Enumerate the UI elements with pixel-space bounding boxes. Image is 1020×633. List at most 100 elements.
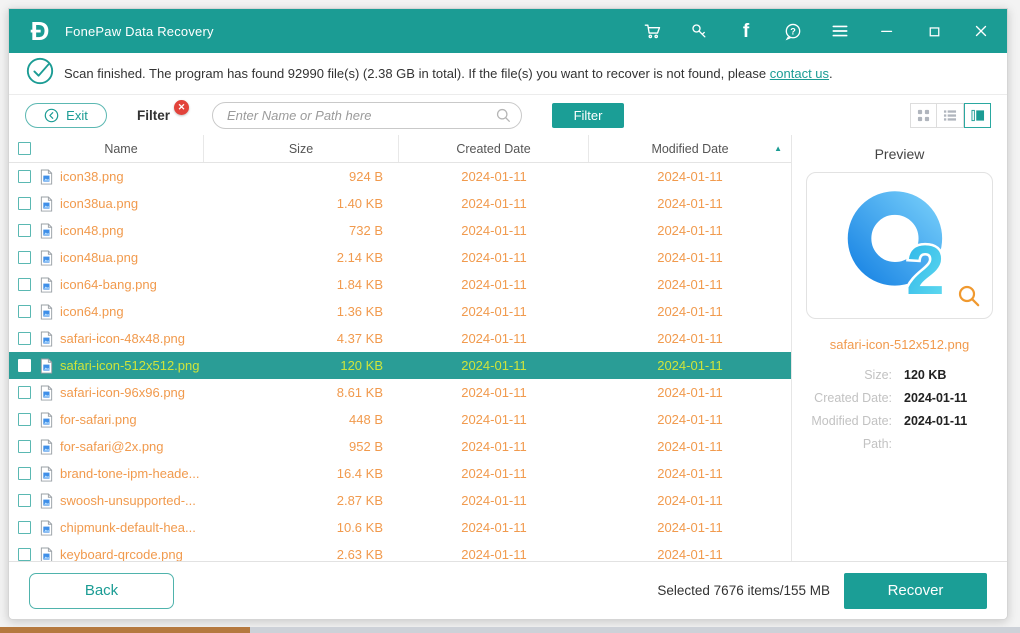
file-modified-date: 2024-01-11 <box>657 439 723 454</box>
table-row[interactable]: keyboard-qrcode.png 2.63 KB 2024-01-11 2… <box>9 541 791 561</box>
search-input[interactable] <box>212 102 522 129</box>
table-row[interactable]: swoosh-unsupported-... 2.87 KB 2024-01-1… <box>9 487 791 514</box>
image-file-icon <box>39 547 54 562</box>
detail-row-created-date: Created Date: 2024-01-11 <box>792 391 1007 405</box>
image-file-icon <box>39 385 54 401</box>
table-row[interactable]: for-safari.png 448 B 2024-01-11 2024-01-… <box>9 406 791 433</box>
row-checkbox[interactable] <box>18 197 31 210</box>
file-modified-date: 2024-01-11 <box>657 466 723 481</box>
file-size: 120 KB <box>340 358 383 373</box>
file-created-date: 2024-01-11 <box>461 520 527 535</box>
column-header-created-date[interactable]: Created Date <box>399 135 589 162</box>
file-name: icon64-bang.png <box>60 277 157 292</box>
table-row[interactable]: brand-tone-ipm-heade... 16.4 KB 2024-01-… <box>9 460 791 487</box>
file-modified-date: 2024-01-11 <box>657 277 723 292</box>
file-name: safari-icon-96x96.png <box>60 385 185 400</box>
grid-view-icon[interactable] <box>910 103 937 128</box>
row-checkbox[interactable] <box>18 386 31 399</box>
key-icon[interactable] <box>689 21 709 41</box>
file-name: icon48.png <box>60 223 124 238</box>
file-size: 2.14 KB <box>337 250 383 265</box>
file-modified-date: 2024-01-11 <box>657 547 723 561</box>
close-icon[interactable] <box>971 21 991 41</box>
row-checkbox[interactable] <box>18 332 31 345</box>
table-row[interactable]: safari-icon-96x96.png 8.61 KB 2024-01-11… <box>9 379 791 406</box>
table-row[interactable]: safari-icon-512x512.png 120 KB 2024-01-1… <box>9 352 791 379</box>
contact-us-link[interactable]: contact us <box>770 66 829 81</box>
file-name: for-safari.png <box>60 412 137 427</box>
row-checkbox[interactable] <box>18 440 31 453</box>
preview-filename: safari-icon-512x512.png <box>792 337 1007 352</box>
table-row[interactable]: icon38.png 924 B 2024-01-11 2024-01-11 <box>9 163 791 190</box>
file-created-date: 2024-01-11 <box>461 439 527 454</box>
file-name: icon48ua.png <box>60 250 138 265</box>
file-size: 4.37 KB <box>337 331 383 346</box>
filter-button[interactable]: Filter <box>552 103 624 128</box>
file-table: Name Size Created Date Modified Date▲ ic… <box>9 135 791 561</box>
row-checkbox[interactable] <box>18 251 31 264</box>
file-size: 732 B <box>349 223 383 238</box>
file-modified-date: 2024-01-11 <box>657 385 723 400</box>
file-size: 952 B <box>349 439 383 454</box>
row-checkbox[interactable] <box>18 521 31 534</box>
row-checkbox[interactable] <box>18 467 31 480</box>
image-file-icon <box>39 169 54 185</box>
column-header-name[interactable]: Name <box>39 135 204 162</box>
facebook-icon[interactable]: f <box>736 21 756 41</box>
row-checkbox[interactable] <box>18 224 31 237</box>
table-row[interactable]: icon48.png 732 B 2024-01-11 2024-01-11 <box>9 217 791 244</box>
file-size: 1.84 KB <box>337 277 383 292</box>
search-field-wrap <box>212 102 522 129</box>
column-header-modified-date[interactable]: Modified Date▲ <box>589 135 791 162</box>
row-checkbox[interactable] <box>18 413 31 426</box>
exit-button-label: Exit <box>66 108 88 123</box>
row-checkbox[interactable] <box>18 170 31 183</box>
row-checkbox[interactable] <box>18 494 31 507</box>
desktop-strip <box>0 627 1020 633</box>
zoom-icon[interactable] <box>956 283 982 314</box>
back-button[interactable]: Back <box>29 573 174 609</box>
table-row[interactable]: icon64.png 1.36 KB 2024-01-11 2024-01-11 <box>9 298 791 325</box>
selection-summary: Selected 7676 items/155 MB <box>657 583 830 598</box>
detail-row-path: Path: <box>792 437 1007 451</box>
footer: Back Selected 7676 items/155 MB Recover <box>9 561 1007 619</box>
table-header: Name Size Created Date Modified Date▲ <box>9 135 791 163</box>
menu-icon[interactable] <box>830 21 850 41</box>
row-checkbox[interactable] <box>18 305 31 318</box>
file-name: icon38ua.png <box>60 196 138 211</box>
preview-view-icon[interactable] <box>964 103 991 128</box>
file-modified-date: 2024-01-11 <box>657 250 723 265</box>
row-checkbox[interactable] <box>18 278 31 291</box>
table-row[interactable]: chipmunk-default-hea... 10.6 KB 2024-01-… <box>9 514 791 541</box>
minimize-icon[interactable] <box>877 21 897 41</box>
list-view-icon[interactable] <box>937 103 964 128</box>
image-file-icon <box>39 493 54 509</box>
preview-details: Size: 120 KB Created Date: 2024-01-11 Mo… <box>792 368 1007 451</box>
select-all-checkbox[interactable] <box>18 142 31 155</box>
file-size: 10.6 KB <box>337 520 383 535</box>
row-checkbox[interactable] <box>18 359 31 372</box>
filter-clear-icon[interactable]: ✕ <box>174 100 189 115</box>
table-row[interactable]: icon64-bang.png 1.84 KB 2024-01-11 2024-… <box>9 271 791 298</box>
table-row[interactable]: icon48ua.png 2.14 KB 2024-01-11 2024-01-… <box>9 244 791 271</box>
row-checkbox[interactable] <box>18 548 31 561</box>
file-created-date: 2024-01-11 <box>461 331 527 346</box>
cart-icon[interactable] <box>642 21 662 41</box>
help-icon[interactable]: ? <box>783 21 803 41</box>
table-row[interactable]: icon38ua.png 1.40 KB 2024-01-11 2024-01-… <box>9 190 791 217</box>
column-header-size[interactable]: Size <box>204 135 399 162</box>
filter-label: Filter ✕ <box>137 108 170 123</box>
file-created-date: 2024-01-11 <box>461 250 527 265</box>
file-size: 1.36 KB <box>337 304 383 319</box>
file-modified-date: 2024-01-11 <box>657 196 723 211</box>
sort-ascending-icon[interactable]: ▲ <box>774 144 782 153</box>
table-row[interactable]: for-safari@2x.png 952 B 2024-01-11 2024-… <box>9 433 791 460</box>
table-row[interactable]: safari-icon-48x48.png 4.37 KB 2024-01-11… <box>9 325 791 352</box>
exit-button[interactable]: Exit <box>25 103 107 128</box>
titlebar: Ð FonePaw Data Recovery f ? <box>9 9 1007 53</box>
file-name: safari-icon-48x48.png <box>60 331 185 346</box>
recover-button[interactable]: Recover <box>844 573 987 609</box>
file-table-body: icon38.png 924 B 2024-01-11 2024-01-11 i… <box>9 163 791 561</box>
maximize-icon[interactable] <box>924 21 944 41</box>
file-size: 2.63 KB <box>337 547 383 561</box>
